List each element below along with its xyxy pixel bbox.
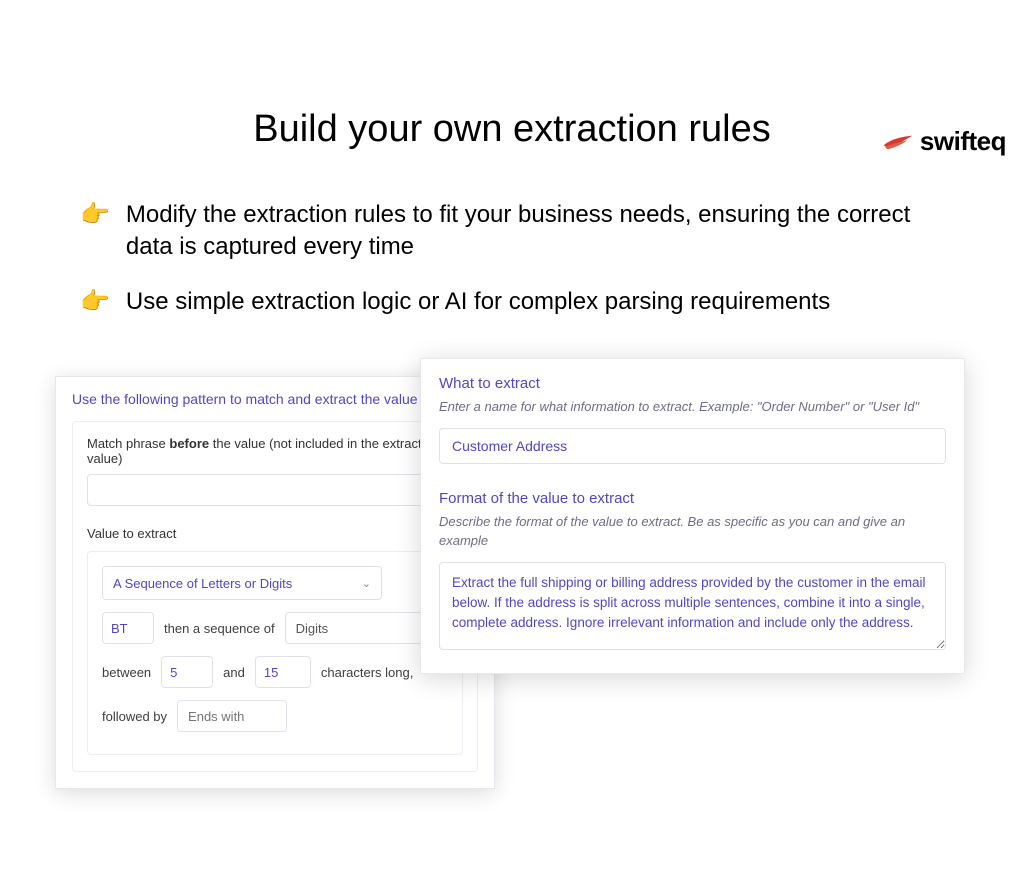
match-phrase-label: Match phrase before the value (not inclu… xyxy=(87,436,463,466)
match-phrase-input[interactable] xyxy=(87,474,463,506)
chevron-down-icon: ⌄ xyxy=(362,577,371,590)
bullet-text: Modify the extraction rules to fit your … xyxy=(126,199,944,264)
format-heading: Format of the value to extract xyxy=(439,490,946,507)
then-sequence-label: then a sequence of xyxy=(164,621,275,636)
format-description-textarea[interactable] xyxy=(439,562,946,650)
pointing-hand-icon: 👉 xyxy=(80,199,110,230)
followed-by-label: followed by xyxy=(102,709,167,724)
logo-text: swifteq xyxy=(920,126,1006,157)
characters-long-label: characters long, xyxy=(321,665,414,680)
min-length-input[interactable] xyxy=(161,656,213,688)
value-to-extract-label: Value to extract xyxy=(87,526,463,541)
bullet-item: 👉 Use simple extraction logic or AI for … xyxy=(80,286,944,318)
and-label: and xyxy=(223,665,245,680)
bullet-text: Use simple extraction logic or AI for co… xyxy=(126,286,830,318)
feature-bullets: 👉 Modify the extraction rules to fit you… xyxy=(80,199,944,318)
what-to-extract-heading: What to extract xyxy=(439,375,946,392)
brand-logo: swifteq xyxy=(882,126,1006,157)
ends-with-input[interactable] xyxy=(177,700,287,732)
page-title: Build your own extraction rules xyxy=(0,108,1024,151)
max-length-input[interactable] xyxy=(255,656,311,688)
ai-extraction-card: What to extract Enter a name for what in… xyxy=(420,358,965,674)
sequence-type-select[interactable]: A Sequence of Letters or Digits ⌄ xyxy=(102,566,382,600)
extraction-name-input[interactable] xyxy=(439,428,946,464)
bullet-item: 👉 Modify the extraction rules to fit you… xyxy=(80,199,944,264)
card-heading: Use the following pattern to match and e… xyxy=(72,391,478,407)
what-to-extract-subtext: Enter a name for what information to ext… xyxy=(439,398,946,416)
between-label: between xyxy=(102,665,151,680)
prefix-input[interactable] xyxy=(102,612,154,644)
pointing-hand-icon: 👉 xyxy=(80,286,110,317)
logo-swoosh-icon xyxy=(882,132,914,152)
select-value: A Sequence of Letters or Digits xyxy=(113,576,292,591)
value-pattern-group: A Sequence of Letters or Digits ⌄ then a… xyxy=(87,551,463,755)
format-subtext: Describe the format of the value to extr… xyxy=(439,513,946,549)
